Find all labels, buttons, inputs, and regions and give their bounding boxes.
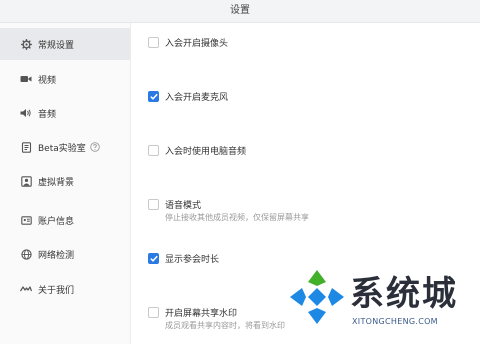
sidebar-item-label: 常规设置 — [38, 40, 75, 51]
checkbox[interactable] — [148, 307, 159, 318]
site-watermark: 系统城 XITONGCHENG.COM — [286, 262, 476, 340]
watermark-title: 系统城 — [350, 274, 458, 314]
sidebar-item-video[interactable]: 视频 — [0, 63, 130, 95]
gear-icon — [20, 38, 32, 50]
option-voice-mode[interactable]: 语音模式 — [148, 198, 201, 211]
checkbox[interactable] — [148, 145, 159, 156]
option-label: 入会开启麦克风 — [165, 93, 229, 103]
checkbox[interactable] — [148, 199, 159, 210]
sidebar-item-general[interactable]: 常规设置 — [0, 28, 130, 60]
window-title: 设置 — [230, 5, 250, 16]
sidebar-item-label: 关于我们 — [38, 285, 75, 296]
sidebar-item-label: 账户信息 — [38, 216, 75, 227]
video-camera-icon — [20, 73, 32, 85]
portrait-background-icon — [20, 175, 32, 187]
checkbox-checked[interactable] — [148, 253, 159, 264]
option-label: 语音模式 — [165, 201, 202, 211]
option-share-watermark[interactable]: 开启屏幕共享水印 — [148, 306, 237, 319]
sidebar-item-about[interactable]: 关于我们 — [0, 273, 130, 305]
beta-lab-icon — [20, 141, 32, 153]
option-label: 开启屏幕共享水印 — [165, 309, 238, 319]
option-label: 入会时使用电脑音频 — [165, 147, 247, 157]
sidebar-item-label: 虚拟背景 — [38, 177, 75, 188]
account-icon — [20, 214, 32, 226]
option-label: 显示参会时长 — [165, 255, 220, 265]
sidebar-item-audio[interactable]: 音频 — [0, 97, 130, 129]
sidebar-item-label: 网络检测 — [38, 250, 75, 261]
checkbox[interactable] — [148, 37, 159, 48]
watermark-url: XITONGCHENG.COM — [352, 317, 438, 326]
option-description: 停止接收其他成员视频，仅保留屏幕共享 — [165, 213, 309, 222]
option-show-duration[interactable]: 显示参会时长 — [148, 252, 219, 265]
option-mic-on-join[interactable]: 入会开启麦克风 — [148, 90, 228, 103]
option-label: 入会开启摄像头 — [165, 39, 229, 49]
sidebar-item-network-check[interactable]: 网络检测 — [0, 238, 130, 270]
sidebar-item-virtual-background[interactable]: 虚拟背景 — [0, 165, 130, 197]
checkmark-icon — [149, 93, 158, 100]
speaker-icon — [20, 107, 32, 119]
option-computer-audio[interactable]: 入会时使用电脑音频 — [148, 144, 246, 157]
network-icon — [20, 248, 32, 260]
watermark-logo-icon — [290, 270, 344, 324]
about-icon — [20, 283, 32, 295]
sidebar-item-beta-lab[interactable]: Beta实验室 — [0, 131, 130, 163]
window-title-bar: 设置 — [0, 0, 480, 23]
checkmark-icon — [149, 255, 158, 262]
checkbox-checked[interactable] — [148, 91, 159, 102]
sidebar-item-label: 音频 — [38, 109, 57, 120]
sidebar-item-account[interactable]: 账户信息 — [0, 204, 130, 236]
sidebar-item-label: Beta实验室 — [38, 143, 86, 154]
sidebar-item-label: 视频 — [38, 75, 57, 86]
option-camera-on-join[interactable]: 入会开启摄像头 — [148, 36, 228, 49]
help-icon[interactable] — [90, 142, 100, 152]
settings-sidebar: 常规设置 视频 音频 Beta实验室 虚拟背景 账户信息 网络检测 关于我们 — [0, 23, 131, 344]
option-description: 成员观看共享内容时，将看到水印 — [165, 321, 285, 330]
